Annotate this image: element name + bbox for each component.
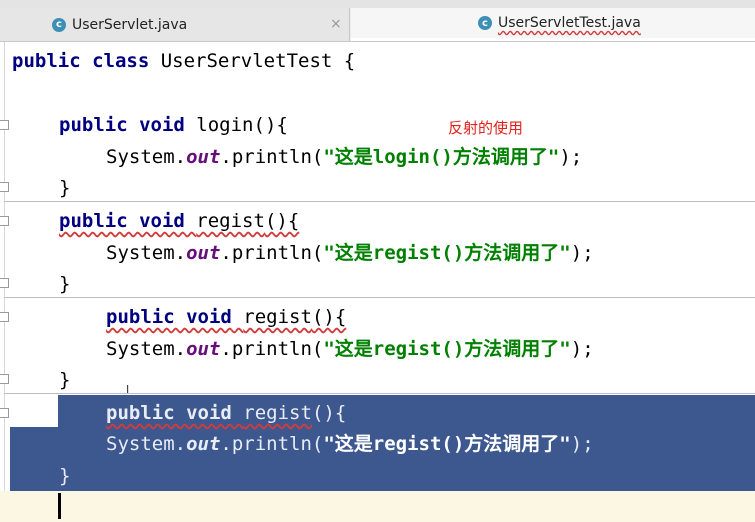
code-line-method-signature: public void regist(){ [59,210,300,232]
fold-marker-icon[interactable] [0,182,9,192]
code-line-method-signature: public void regist(){ [106,306,347,328]
mouse-ibeam-icon: I [126,383,130,396]
code-line-method-signature: public void login(){ [59,114,288,136]
fold-marker-icon[interactable] [0,374,9,384]
code-line-method-signature: public void regist(){ [106,402,347,424]
window-top-strip [0,0,755,8]
tab-label: UserServlet.java [72,16,188,33]
method-separator [4,297,755,298]
fold-marker-icon[interactable] [0,408,9,418]
code-line-closing-brace: } [59,369,71,391]
c-class-icon: c [52,17,66,32]
code-line-println: System.out.println("这是login()方法调用了"); [106,146,583,168]
code-line-println: System.out.println("这是regist()方法调用了"); [106,338,594,360]
editor-tab-bar: c UserServlet.java × c UserServletTest.j… [0,8,755,42]
fold-marker-icon[interactable] [0,216,9,226]
text-caret [58,493,61,519]
fold-marker-icon[interactable] [0,120,9,130]
tab-label: UserServletTest.java [498,15,641,31]
code-line-println: System.out.println("这是regist()方法调用了"); [106,242,594,264]
code-line-closing-brace: } [59,273,71,295]
code-line-println: System.out.println("这是regist()方法调用了"); [106,433,594,455]
method-separator [4,201,755,202]
code-line-class: public class UserServletTest { [12,50,356,72]
fold-marker-icon[interactable] [0,278,9,288]
annotation-label: 反射的使用 [448,119,524,137]
current-line-highlight [0,491,755,522]
code-line-closing-brace: } [59,177,71,199]
close-icon[interactable]: × [330,16,342,32]
tab-userservlet[interactable]: c UserServlet.java × [0,8,350,41]
c-class-icon: c [478,16,492,30]
code-line-closing-brace: } [59,465,71,487]
fold-marker-icon[interactable] [0,312,9,322]
method-separator [4,393,755,394]
tab-userservlettest[interactable]: c UserServletTest.java [351,8,755,41]
